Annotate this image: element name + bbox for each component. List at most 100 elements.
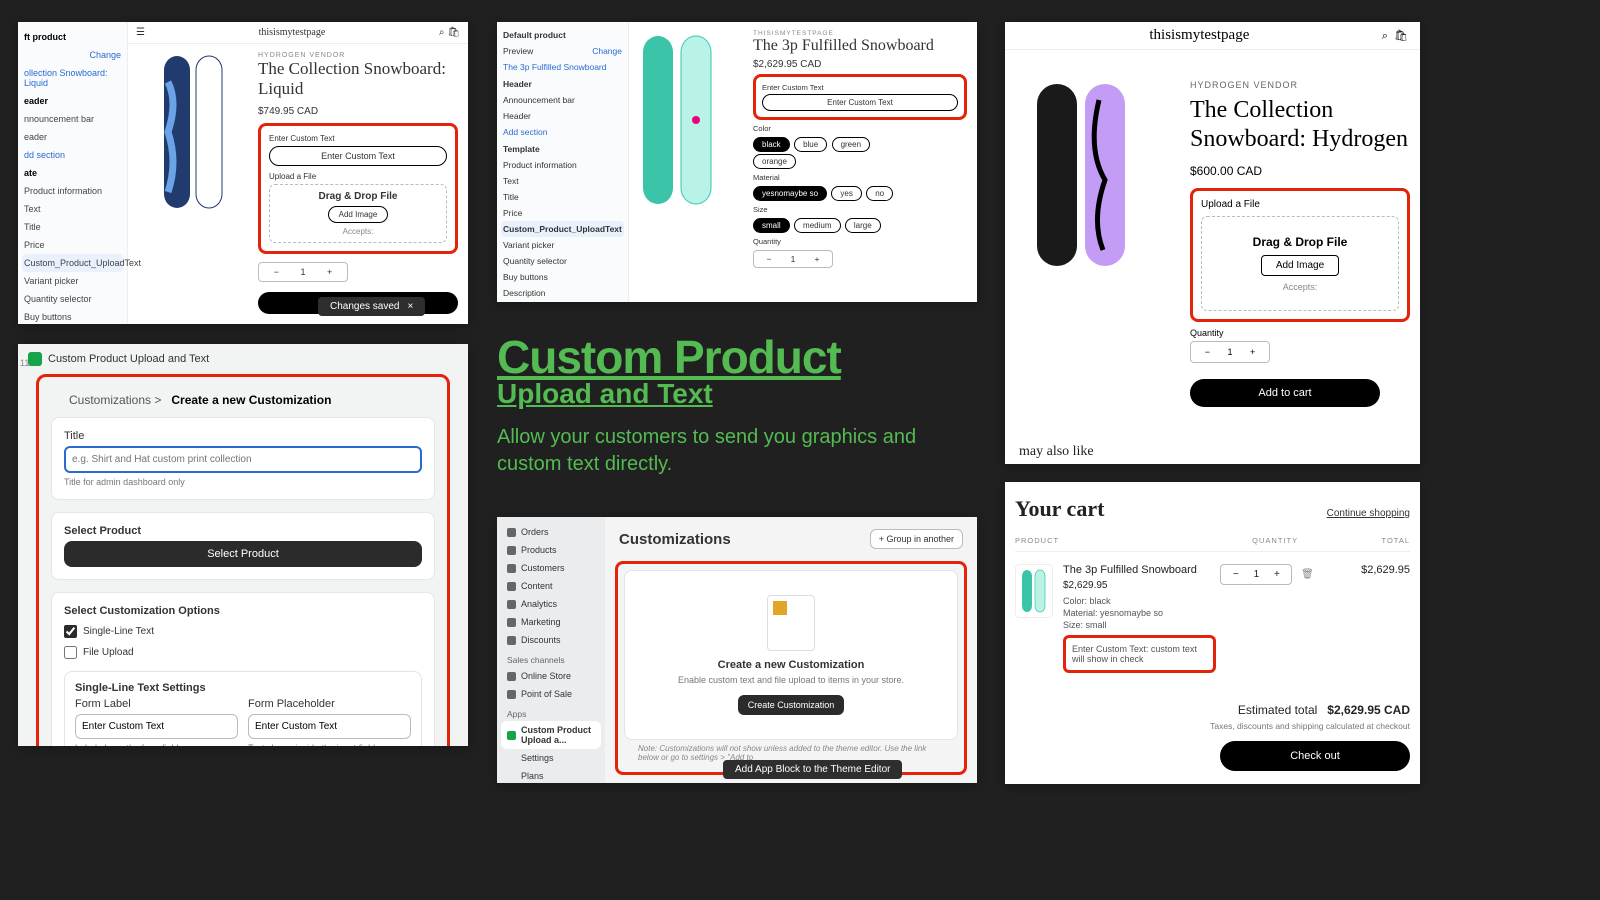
- toast-changes-saved: Changes saved×: [318, 297, 425, 316]
- add-image-button[interactable]: Add Image: [1261, 255, 1339, 276]
- material-1[interactable]: yes: [831, 186, 861, 201]
- dropzone[interactable]: Drag & Drop File Add Image Accepts:: [1201, 216, 1399, 311]
- page-title: Customizations: [619, 531, 731, 548]
- announcement-bar[interactable]: nnouncement bar: [22, 110, 123, 128]
- block-custom-upload[interactable]: Custom_Product_UploadText: [501, 221, 624, 237]
- qty-minus[interactable]: −: [1233, 569, 1239, 580]
- nav-plans[interactable]: Plans: [501, 767, 601, 783]
- size-small[interactable]: small: [753, 218, 790, 233]
- item-title[interactable]: The 3p Fulfilled Snowboard: [1063, 564, 1216, 576]
- toast-add-block[interactable]: Add App Block to the Theme Editor: [723, 760, 902, 779]
- dropzone[interactable]: Drag & Drop File Add Image Accepts:: [269, 184, 447, 243]
- qty-plus[interactable]: +: [1274, 569, 1280, 580]
- item-custom-text: Enter Custom Text: custom text will show…: [1063, 635, 1216, 673]
- block-variant[interactable]: Variant picker: [501, 237, 624, 253]
- app-title: Custom Product Upload and Text: [48, 353, 209, 365]
- block-productinfo[interactable]: Product information: [501, 157, 624, 173]
- opt-file-upload-check[interactable]: [64, 646, 77, 659]
- color-orange[interactable]: orange: [753, 154, 796, 169]
- opt-single-line-check[interactable]: [64, 625, 77, 638]
- block-text[interactable]: Text: [501, 173, 624, 189]
- nav-pos[interactable]: Point of Sale: [501, 685, 601, 703]
- create-customization-button[interactable]: Create Customization: [738, 695, 845, 715]
- add-block[interactable]: Add block: [501, 301, 624, 302]
- color-blue[interactable]: blue: [794, 137, 827, 152]
- announcement-bar[interactable]: Announcement bar: [501, 92, 624, 108]
- change-link[interactable]: Change: [592, 46, 622, 56]
- block-custom-upload[interactable]: Custom_Product_UploadText: [22, 254, 123, 272]
- block-qty[interactable]: Quantity selector: [22, 290, 123, 308]
- menu-icon[interactable]: ☰: [136, 27, 145, 38]
- nav-online-store[interactable]: Online Store: [501, 667, 601, 685]
- close-icon[interactable]: ×: [408, 301, 414, 312]
- preview-name[interactable]: The 3p Fulfilled Snowboard: [501, 59, 624, 75]
- nav-customers[interactable]: Customers: [501, 559, 601, 577]
- block-desc[interactable]: Description: [501, 285, 624, 301]
- form-placeholder-input[interactable]: [248, 714, 411, 739]
- qty-stepper[interactable]: −1+: [1190, 341, 1270, 363]
- content-icon: [507, 582, 516, 591]
- add-section[interactable]: Add section: [501, 124, 624, 140]
- color-black[interactable]: black: [753, 137, 790, 152]
- qty-stepper[interactable]: −1+: [258, 262, 348, 282]
- select-product-button[interactable]: Select Product: [64, 541, 422, 567]
- search-icon[interactable]: ⌕: [439, 27, 445, 38]
- block-title[interactable]: Title: [501, 189, 624, 205]
- block-buy[interactable]: Buy buttons: [22, 308, 123, 324]
- block-title[interactable]: Title: [22, 218, 123, 236]
- material-0[interactable]: yesnomaybe so: [753, 186, 827, 201]
- preview-link[interactable]: ollection Snowboard: Liquid: [22, 64, 123, 92]
- group-button[interactable]: + Group in another: [870, 529, 963, 549]
- qty-plus[interactable]: +: [327, 267, 332, 277]
- continue-shopping-link[interactable]: Continue shopping: [1327, 508, 1410, 519]
- block-price[interactable]: Price: [22, 236, 123, 254]
- search-icon[interactable]: ⌕: [1382, 30, 1388, 42]
- nav-analytics[interactable]: Analytics: [501, 595, 601, 613]
- nav-settings[interactable]: Settings: [501, 749, 601, 767]
- qty-stepper[interactable]: −1+: [753, 250, 833, 268]
- qty-stepper[interactable]: −1+: [1220, 564, 1292, 585]
- hero-desc: Allow your customers to send you graphic…: [497, 424, 977, 478]
- cart-icon[interactable]: 🛍: [447, 27, 460, 38]
- add-image-button[interactable]: Add Image: [328, 206, 389, 223]
- block-qty[interactable]: Quantity selector: [501, 253, 624, 269]
- block-productinfo[interactable]: Product information: [22, 182, 123, 200]
- qty-plus[interactable]: +: [814, 254, 819, 264]
- qty-minus[interactable]: −: [1205, 347, 1210, 357]
- qty-minus[interactable]: −: [274, 267, 279, 277]
- color-green[interactable]: green: [832, 137, 870, 152]
- nav-discounts[interactable]: Discounts: [501, 631, 601, 649]
- title-input[interactable]: [64, 446, 422, 473]
- nav-products[interactable]: Products: [501, 541, 601, 559]
- block-variant[interactable]: Variant picker: [22, 272, 123, 290]
- size-large[interactable]: large: [845, 218, 881, 233]
- custom-text-input[interactable]: Enter Custom Text: [762, 94, 958, 111]
- material-2[interactable]: no: [866, 186, 893, 201]
- app-icon: [28, 352, 42, 366]
- select-product-label: Select Product: [64, 525, 422, 537]
- nav-content[interactable]: Content: [501, 577, 601, 595]
- header-item[interactable]: Header: [501, 108, 624, 124]
- cart-icon[interactable]: 🛍: [1394, 30, 1408, 42]
- crumb-root[interactable]: Customizations: [69, 393, 151, 407]
- block-price[interactable]: Price: [501, 205, 624, 221]
- opt-single-line[interactable]: Single-Line Text: [64, 621, 422, 642]
- block-buy[interactable]: Buy buttons: [501, 269, 624, 285]
- change-link[interactable]: Change: [22, 46, 123, 64]
- checkout-button[interactable]: Check out: [1220, 741, 1410, 771]
- add-to-cart-button[interactable]: Add to cart: [1190, 379, 1380, 407]
- qty-plus[interactable]: +: [1250, 347, 1255, 357]
- block-text[interactable]: Text: [22, 200, 123, 218]
- qty-minus[interactable]: −: [767, 254, 772, 264]
- form-label-input[interactable]: [75, 714, 238, 739]
- store-icon: [507, 672, 516, 681]
- nav-marketing[interactable]: Marketing: [501, 613, 601, 631]
- custom-text-input[interactable]: Enter Custom Text: [269, 146, 447, 166]
- nav-orders[interactable]: Orders: [501, 523, 601, 541]
- add-section[interactable]: dd section: [22, 146, 123, 164]
- opt-file-upload[interactable]: File Upload: [64, 642, 422, 663]
- trash-icon[interactable]: 🗑: [1301, 569, 1314, 580]
- size-medium[interactable]: medium: [794, 218, 840, 233]
- header-item[interactable]: eader: [22, 128, 123, 146]
- nav-app[interactable]: Custom Product Upload a...: [501, 721, 601, 749]
